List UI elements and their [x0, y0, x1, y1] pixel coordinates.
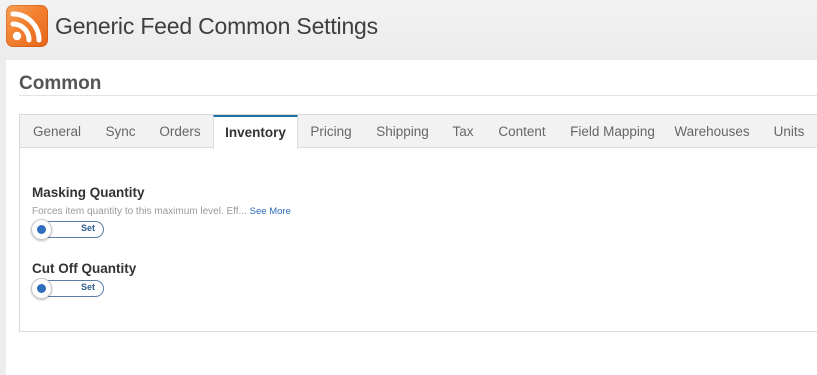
masking-quantity-toggle[interactable]: Set: [31, 219, 104, 240]
main-content: Common General Sync Orders Inventory Pri…: [6, 60, 817, 375]
section-divider: [19, 95, 817, 96]
tab-orders[interactable]: Orders: [147, 115, 213, 148]
tab-pricing[interactable]: Pricing: [298, 115, 364, 148]
tab-bar: General Sync Orders Inventory Pricing Sh…: [20, 115, 817, 149]
tab-general[interactable]: General: [20, 115, 94, 148]
see-more-link[interactable]: See More: [250, 206, 291, 217]
tab-warehouses[interactable]: Warehouses: [666, 115, 758, 148]
page-title: Generic Feed Common Settings: [55, 13, 378, 39]
cut-off-quantity-label: Cut Off Quantity: [32, 261, 137, 276]
masking-quantity-description: Forces item quantity to this maximum lev…: [32, 206, 291, 217]
tab-units[interactable]: Units: [758, 115, 817, 148]
toggle-knob: [31, 219, 52, 240]
tab-shipping[interactable]: Shipping: [364, 115, 441, 148]
cut-off-quantity-toggle[interactable]: Set: [31, 278, 104, 299]
tab-field-mapping[interactable]: Field Mapping: [559, 115, 666, 148]
tab-inventory[interactable]: Inventory: [213, 115, 298, 149]
tab-sync[interactable]: Sync: [94, 115, 147, 148]
toggle-label: Set: [80, 282, 95, 292]
toggle-label: Set: [80, 223, 95, 233]
masking-quantity-label: Masking Quantity: [32, 185, 145, 200]
section-title: Common: [19, 73, 102, 94]
masking-quantity-description-text: Forces item quantity to this maximum lev…: [32, 206, 247, 217]
header-bar: Generic Feed Common Settings: [0, 0, 817, 60]
toggle-knob: [31, 278, 52, 299]
rss-icon: [6, 5, 48, 47]
tab-tax[interactable]: Tax: [441, 115, 485, 148]
tab-content[interactable]: Content: [485, 115, 559, 148]
settings-panel: General Sync Orders Inventory Pricing Sh…: [19, 114, 817, 332]
